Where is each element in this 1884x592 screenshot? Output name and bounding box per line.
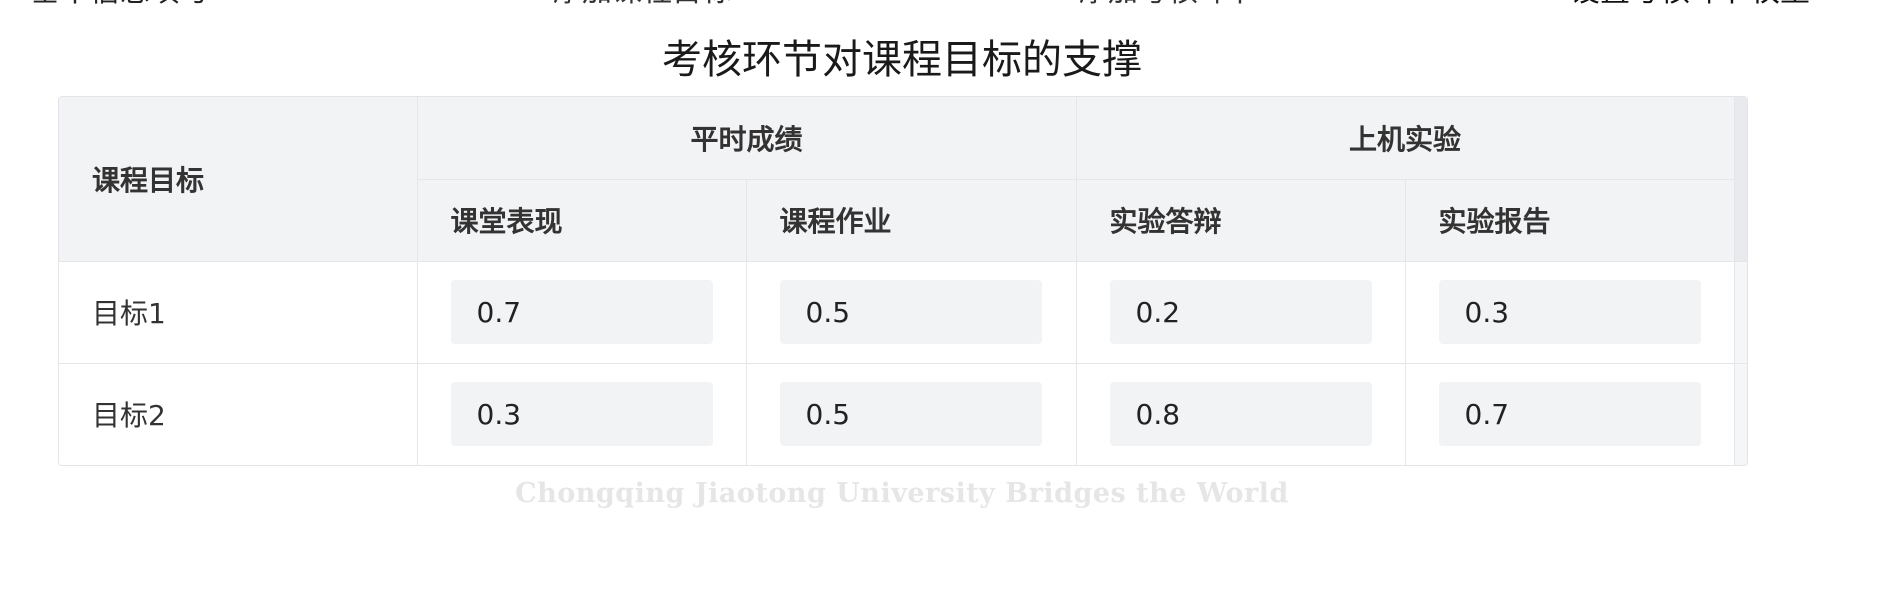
step-bar: 基本信息填写 添加课程目标 添加考核环节 设置考核环节权重 [0,0,1884,14]
goal-label: 目标1 [59,261,418,364]
step-basic-info[interactable]: 基本信息填写 [30,0,210,14]
weight-input[interactable]: 0.7 [1438,382,1701,446]
weight-input[interactable]: 0.3 [450,382,713,446]
weight-input[interactable]: 0.2 [1109,280,1372,344]
page: 基本信息填写 添加课程目标 添加考核环节 设置考核环节权重 考核环节对课程目标的… [0,0,1884,592]
scroll-gutter-cell [1734,363,1747,465]
header-lab-defense: 实验答辩 [1076,179,1406,262]
header-course-goal: 课程目标 [59,97,418,262]
step-set-weights[interactable]: 设置考核环节权重 [1570,0,1810,14]
watermark: Chongqing Jiaotong University Bridges th… [515,478,1289,509]
weight-input[interactable]: 0.8 [1109,382,1372,446]
page-title: 考核环节对课程目标的支撑 [662,37,1142,83]
step-add-course-goals[interactable]: 添加课程目标 [552,0,732,14]
scroll-gutter-cell [1734,261,1747,364]
header-lab-report: 实验报告 [1405,179,1735,262]
weight-input[interactable]: 0.5 [779,382,1042,446]
header-group-regular: 平时成绩 [417,97,1077,180]
step-add-assessment[interactable]: 添加考核环节 [1078,0,1258,14]
table-row: 目标1 0.7 0.5 0.2 0.3 [59,261,1747,364]
header-group-lab: 上机实验 [1076,97,1735,180]
header-class-performance: 课堂表现 [417,179,747,262]
goal-label: 目标2 [59,363,418,465]
support-table-grid: 课程目标 平时成绩 上机实验 课堂表现 课程作业 实验答辩 实验报告 目标1 0… [59,97,1747,465]
support-table: 课程目标 平时成绩 上机实验 课堂表现 课程作业 实验答辩 实验报告 目标1 0… [58,96,1748,466]
scroll-gutter [1734,97,1747,262]
header-coursework: 课程作业 [746,179,1077,262]
weight-input[interactable]: 0.5 [779,280,1042,344]
weight-input[interactable]: 0.3 [1438,280,1701,344]
table-row: 目标2 0.3 0.5 0.8 0.7 [59,363,1747,465]
weight-input[interactable]: 0.7 [450,280,713,344]
